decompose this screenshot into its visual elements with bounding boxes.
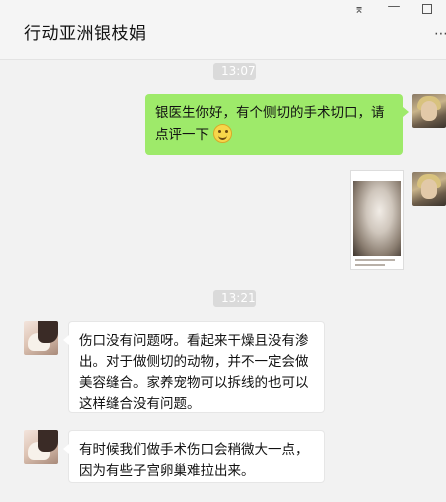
title-bar: 行动亚洲银枝娟 ⌆ — ⋯ — [0, 0, 446, 60]
message-text: 伤口没有问题呀。看起来干燥且没有渗出。对于做侧切的动物，并不一定会做美容缝合。家… — [79, 333, 309, 412]
message-bubble-self[interactable]: 银医生你好，有个侧切的手术切口，请点评一下 — [145, 94, 409, 155]
message-bubble-other[interactable]: 伤口没有问题呀。看起来干燥且没有渗出。对于做侧切的动物，并不一定会做美容缝合。家… — [63, 321, 325, 413]
image-message[interactable] — [350, 170, 404, 270]
avatar-self[interactable] — [412, 172, 446, 206]
pin-icon[interactable]: ⌆ — [351, 2, 367, 16]
avatar-other[interactable] — [24, 430, 58, 464]
timestamp: 13:07 — [213, 63, 256, 80]
timestamp: 13:21 — [213, 290, 256, 307]
more-options-icon[interactable]: ⋯ — [434, 27, 446, 41]
message-text: 有时候我们做手术伤口会稍微大一点，因为有些子宫卵巢难拉出来。 — [79, 442, 309, 479]
avatar-self[interactable] — [412, 94, 446, 128]
message-bubble-other[interactable]: 有时候我们做手术伤口会稍微大一点，因为有些子宫卵巢难拉出来。 — [63, 430, 325, 483]
wound-photo — [353, 181, 401, 256]
chat-title: 行动亚洲银枝娟 — [24, 24, 147, 44]
message-text: 银医生你好，有个侧切的手术切口，请点评一下 — [155, 105, 385, 143]
smile-icon — [213, 124, 233, 143]
minimize-icon[interactable]: — — [386, 0, 402, 14]
chat-window: 行动亚洲银枝娟 ⌆ — ⋯ 13:07 银医生你好，有个侧切的手术切口，请点评一… — [0, 0, 446, 502]
avatar-other[interactable] — [24, 321, 58, 355]
maximize-icon[interactable] — [419, 2, 435, 16]
